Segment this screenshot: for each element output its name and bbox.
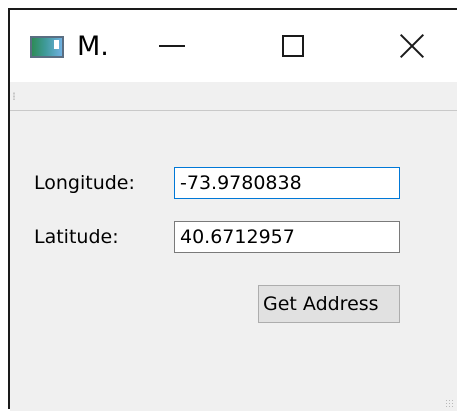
minimize-button[interactable] xyxy=(126,10,218,82)
toolbar-grip-handle[interactable] xyxy=(13,92,15,100)
longitude-input[interactable] xyxy=(174,167,400,199)
window-title: M. xyxy=(77,31,109,62)
main-content: Longitude: Latitude: Get Address xyxy=(10,111,457,411)
close-button[interactable] xyxy=(366,10,457,82)
latitude-input[interactable] xyxy=(174,221,400,253)
get-address-button[interactable]: Get Address xyxy=(258,285,400,323)
latitude-label: Latitude: xyxy=(34,226,119,248)
close-icon xyxy=(399,33,425,59)
minimize-icon xyxy=(159,45,185,47)
app-window: M. Longitude: Latitude: Get Address xyxy=(8,8,457,411)
app-window-icon[interactable] xyxy=(30,36,64,58)
longitude-label: Longitude: xyxy=(34,172,135,194)
maximize-icon xyxy=(282,35,304,57)
toolbar xyxy=(10,82,457,111)
title-bar[interactable]: M. xyxy=(10,10,457,82)
maximize-button[interactable] xyxy=(247,10,339,82)
resize-grip[interactable] xyxy=(445,399,455,409)
